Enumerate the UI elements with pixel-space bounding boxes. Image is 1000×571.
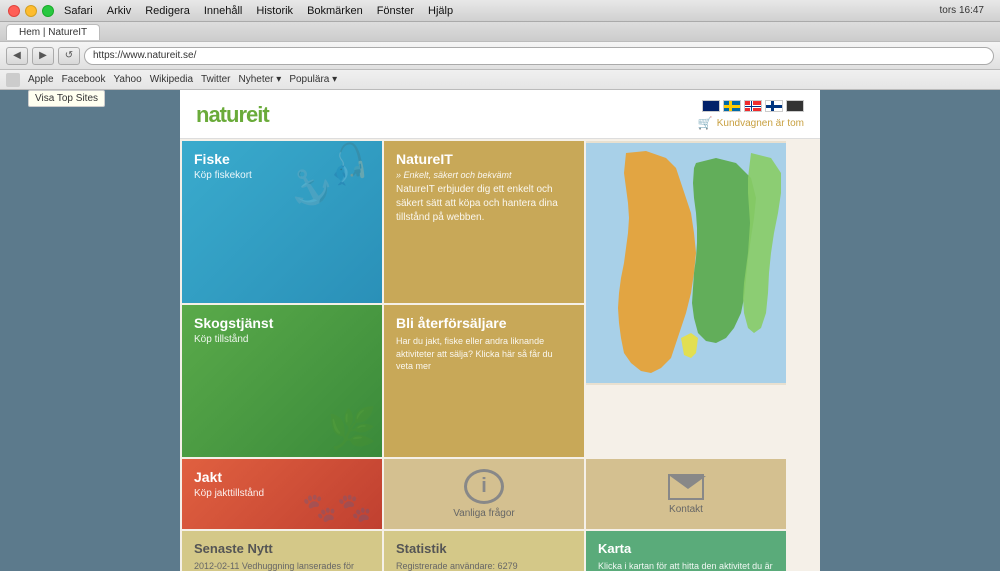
menu-innehall[interactable]: Innehåll <box>204 5 243 17</box>
tile-vanliga[interactable]: i Vanliga frågor <box>384 459 584 529</box>
bookmarks-icon <box>6 73 20 87</box>
forward-button[interactable]: ▶ <box>32 47 54 65</box>
menu-arkiv[interactable]: Arkiv <box>107 5 131 17</box>
skog-subtitle: Köp tillstånd <box>194 334 370 345</box>
bookmark-nyheter[interactable]: Nyheter ▾ <box>239 74 282 85</box>
bookmark-apple[interactable]: Apple <box>28 74 54 85</box>
bookmark-populara[interactable]: Populära ▾ <box>289 74 337 85</box>
tile-statistik: Statistik Registrerade användare: 6279 T… <box>384 531 584 571</box>
tile-kontakt[interactable]: Kontakt <box>586 459 786 529</box>
menu-hjalp[interactable]: Hjälp <box>428 5 453 17</box>
back-button[interactable]: ◀ <box>6 47 28 65</box>
bookmark-facebook[interactable]: Facebook <box>62 74 106 85</box>
tooltip: Visa Top Sites <box>28 90 105 107</box>
tile-nature[interactable]: NatureIT » Enkelt, säkert och bekvämt Na… <box>384 141 584 303</box>
tile-nytt: Senaste Nytt 2012-02-11 Vedhuggning lans… <box>182 531 382 571</box>
system-icons: tors 16:47 <box>940 5 984 16</box>
menu-safari[interactable]: Safari <box>64 5 93 17</box>
tile-fiske[interactable]: Fiske Köp fiskekort ⚓🎣 <box>182 141 382 303</box>
close-button[interactable] <box>8 5 20 17</box>
nytt-item-0: 2012-02-11 Vedhuggning lanserades för Fe… <box>194 560 370 571</box>
bookmark-yahoo[interactable]: Yahoo <box>114 74 142 85</box>
site-header: natureit <box>180 90 820 139</box>
statistik-body: Registrerade användare: 6279 Tillgänglig… <box>396 560 572 571</box>
time-display: tors 16:47 <box>940 5 984 16</box>
skog-decoration: 🌿 <box>327 405 377 452</box>
menu-historik[interactable]: Historik <box>256 5 293 17</box>
language-flags <box>702 100 804 112</box>
jakt-decoration: 🐾🐾 <box>302 491 372 524</box>
bookmark-wikipedia[interactable]: Wikipedia <box>150 74 193 85</box>
karta-body: Klicka i kartan för att hitta den aktivi… <box>598 560 774 571</box>
tile-jakt[interactable]: Jakt Köp jakttillstånd 🐾🐾 <box>182 459 382 529</box>
cart-text: Kundvagnen är tom <box>717 118 804 129</box>
logo-accent: it <box>257 102 268 127</box>
tile-map[interactable] <box>586 141 786 385</box>
website-frame: natureit <box>0 90 1000 571</box>
cart-info[interactable]: 🛒 Kundvagnen är tom <box>698 116 804 130</box>
active-tab[interactable]: Hem | NatureIT <box>6 24 100 40</box>
flag-fi[interactable] <box>765 100 783 112</box>
reload-button[interactable]: ↺ <box>58 47 80 65</box>
statistik-title: Statistik <box>396 541 572 556</box>
tab-bar: Hem | NatureIT <box>0 22 1000 42</box>
nytt-title: Senaste Nytt <box>194 541 370 556</box>
kontakt-title: Kontakt <box>669 504 703 515</box>
tile-skog[interactable]: Skogstjänst Köp tillstånd 🌿 <box>182 305 382 457</box>
url-bar[interactable] <box>84 47 994 65</box>
tile-karta[interactable]: Karta Klicka i kartan för att hitta den … <box>586 531 786 571</box>
aterfor-body: Har du jakt, fiske eller andra liknande … <box>396 335 572 373</box>
browser-toolbar: ◀ ▶ ↺ <box>0 42 1000 70</box>
flag-gb[interactable] <box>702 100 720 112</box>
site-wrapper: natureit <box>180 90 820 571</box>
mac-titlebar: Safari Arkiv Redigera Innehåll Historik … <box>0 0 1000 22</box>
content-grid: Fiske Köp fiskekort ⚓🎣 NatureIT » Enkelt… <box>180 139 820 531</box>
menu-fonster[interactable]: Fönster <box>377 5 414 17</box>
info-icon: i <box>464 469 504 504</box>
site-logo[interactable]: natureit <box>196 102 269 128</box>
aterfor-title: Bli återförsäljare <box>396 315 572 331</box>
bottom-grid: Senaste Nytt 2012-02-11 Vedhuggning lans… <box>180 531 820 571</box>
nature-title: NatureIT <box>396 151 572 167</box>
logo-text: nature <box>196 102 257 127</box>
header-right: 🛒 Kundvagnen är tom <box>698 100 804 130</box>
nytt-body: 2012-02-11 Vedhuggning lanserades för Fe… <box>194 560 370 571</box>
menu-bokmarken[interactable]: Bokmärken <box>307 5 363 17</box>
menu-redigera[interactable]: Redigera <box>145 5 190 17</box>
karta-title: Karta <box>598 541 774 556</box>
flag-se[interactable] <box>723 100 741 112</box>
fullscreen-button[interactable] <box>42 5 54 17</box>
map-svg <box>586 141 786 385</box>
tile-aterfor[interactable]: Bli återförsäljare Har du jakt, fiske el… <box>384 305 584 457</box>
envelope-icon <box>668 474 704 500</box>
cart-icon: 🛒 <box>698 116 713 130</box>
skog-title: Skogstjänst <box>194 315 370 331</box>
minimize-button[interactable] <box>25 5 37 17</box>
nature-tagline: » Enkelt, säkert och bekvämt <box>396 170 572 180</box>
flag-no[interactable] <box>744 100 762 112</box>
bookmark-twitter[interactable]: Twitter <box>201 74 230 85</box>
mac-menu: Safari Arkiv Redigera Innehåll Historik … <box>64 5 453 17</box>
vanliga-title: Vanliga frågor <box>453 508 515 519</box>
window-controls[interactable] <box>8 5 54 17</box>
bookmarks-bar: Apple Facebook Yahoo Wikipedia Twitter N… <box>0 70 1000 90</box>
nature-body: NatureIT erbjuder dig ett enkelt och säk… <box>396 183 572 225</box>
flag-other[interactable] <box>786 100 804 112</box>
jakt-title: Jakt <box>194 469 370 485</box>
